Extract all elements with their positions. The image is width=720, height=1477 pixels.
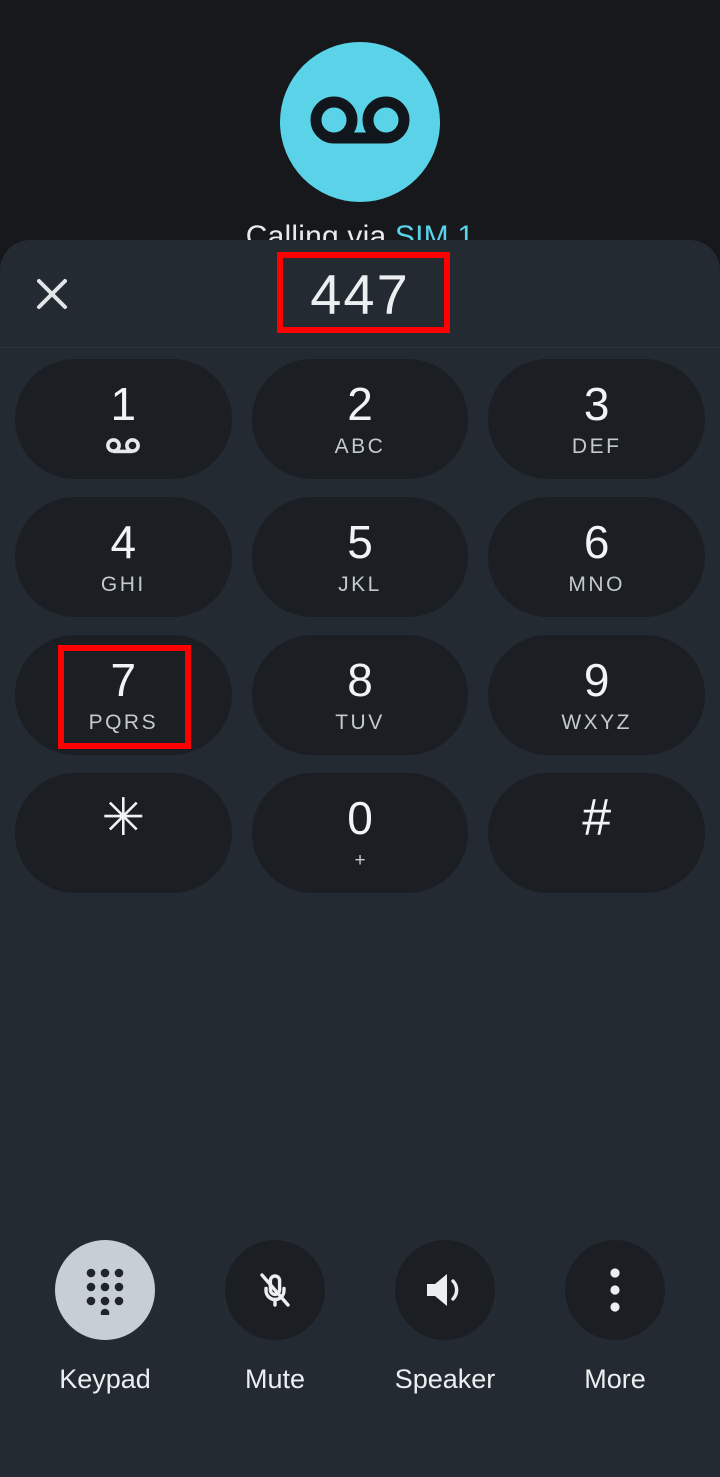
voicemail-icon [308,94,412,150]
in-call-actions: Keypad Mute Speaker More [0,1240,720,1395]
action-more[interactable]: More [540,1240,690,1395]
action-mute[interactable]: Mute [200,1240,350,1395]
key-6-letters: MNO [568,573,625,596]
number-entry-row: 447 [0,240,720,348]
key-5[interactable]: 5 JKL [251,497,469,617]
key-3[interactable]: 3 DEF [488,359,705,479]
volume-up-icon [395,1240,495,1340]
key-7[interactable]: 7 PQRS [15,635,232,755]
key-8[interactable]: 8 TUV [251,635,469,755]
dialpad-icon [55,1240,155,1340]
key-4-letters: GHI [100,573,146,596]
key-9[interactable]: 9 WXYZ [488,635,705,755]
dialed-number-display[interactable]: 447 [0,261,720,326]
key-0[interactable]: 0 + [251,773,469,893]
call-header: Calling via SIM 1 [0,0,720,260]
key-4[interactable]: 4 GHI [15,497,232,617]
key-3-letters: DEF [571,435,622,458]
key-9-letters: WXYZ [561,711,632,734]
dialpad-sheet: 447 1 2 ABC 3 DEF 4 GHI 5 JKL 6 MNO 7 PQ… [0,240,720,1477]
key-2-letters: ABC [334,435,386,458]
action-keypad[interactable]: Keypad [30,1240,180,1395]
key-star-digit: ✳ [101,788,146,847]
key-9-digit: 9 [583,653,610,706]
action-speaker[interactable]: Speaker [370,1240,520,1395]
in-call-screen: Calling via SIM 1 447 1 2 ABC 3 DEF 4 GH… [0,0,720,1477]
key-0-plus: + [354,850,366,871]
avatar [280,42,440,202]
key-4-digit: 4 [110,515,137,568]
key-6-digit: 6 [583,515,610,568]
key-0-digit: 0 [347,791,373,844]
key-hash-digit: # [582,788,612,847]
keypad-grid: 1 2 ABC 3 DEF 4 GHI 5 JKL 6 MNO 7 PQRS 8… [0,349,720,893]
key-8-digit: 8 [347,653,373,706]
key-5-letters: JKL [338,573,382,596]
key-3-digit: 3 [583,377,610,430]
key-hash[interactable]: # [488,773,705,893]
key-6[interactable]: 6 MNO [488,497,705,617]
key-1-digit: 1 [110,377,137,430]
key-star[interactable]: ✳ [15,773,232,893]
action-mute-label: Mute [244,1364,306,1394]
more-vert-icon [565,1240,665,1340]
action-more-label: More [584,1364,646,1394]
action-speaker-label: Speaker [394,1364,496,1394]
key-8-letters: TUV [335,711,385,734]
key-5-digit: 5 [347,515,373,568]
key-7-letters: PQRS [88,711,159,734]
key-7-digit: 7 [110,653,137,706]
action-keypad-label: Keypad [59,1364,151,1394]
key-1[interactable]: 1 [15,359,232,479]
voicemail-icon [105,436,141,458]
key-2-digit: 2 [347,377,373,430]
key-2[interactable]: 2 ABC [251,359,469,479]
mic-off-icon [225,1240,325,1340]
